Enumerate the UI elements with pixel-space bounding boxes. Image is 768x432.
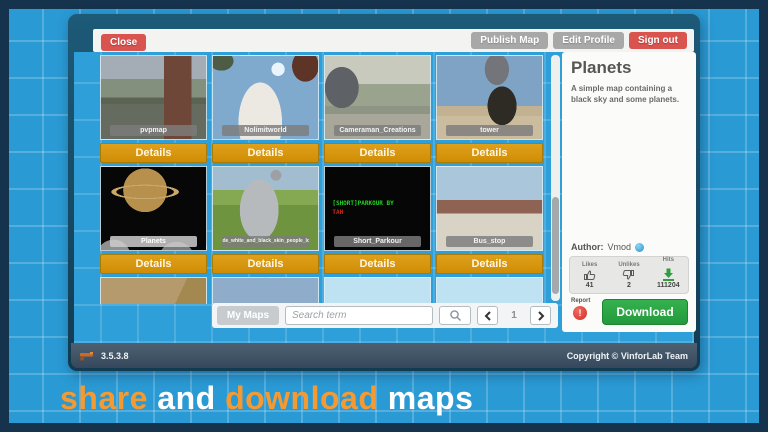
search-input[interactable]: [285, 306, 433, 325]
map-thumbnail[interactable]: pvpmap: [100, 55, 207, 140]
stats-box: Likes 41 Unlikes 2: [569, 256, 689, 294]
unlikes-stat: Unlikes 2: [609, 257, 648, 293]
map-tile: [212, 277, 319, 304]
bottom-controls: My Maps 1: [212, 303, 558, 328]
map-name-label: tower: [446, 125, 532, 136]
author-name: Vmod: [608, 242, 632, 252]
map-tile: [SHORT]PARKOUR BY TAH Short_Parkour Deta…: [324, 166, 431, 274]
map-name-label: Nolimitworld: [222, 125, 308, 136]
map-grid: pvpmap Details Nolimitworld Details Came…: [100, 55, 546, 304]
map-thumbnail[interactable]: [SHORT]PARKOUR BY TAH Short_Parkour: [324, 166, 431, 251]
map-tile: pvpmap Details: [100, 55, 207, 163]
map-tile: [324, 277, 431, 304]
map-tile: Nolimitworld Details: [212, 55, 319, 163]
details-button[interactable]: Details: [212, 143, 319, 163]
search-icon: [449, 309, 462, 322]
map-thumbnail[interactable]: [324, 277, 431, 304]
tagline-word: share: [60, 380, 148, 416]
map-thumbnail[interactable]: Planets: [100, 166, 207, 251]
map-list-scrollbar[interactable]: [551, 55, 560, 301]
map-tile: Cameraman_Creations Details: [324, 55, 431, 163]
thumbs-down-icon[interactable]: [622, 269, 635, 281]
details-button[interactable]: Details: [324, 254, 431, 274]
thumbs-up-icon[interactable]: [583, 269, 596, 281]
map-thumbnail[interactable]: Nolimitworld: [212, 55, 319, 140]
details-button[interactable]: Details: [436, 254, 543, 274]
map-thumbnail[interactable]: Bus_stop: [436, 166, 543, 251]
details-button[interactable]: Details: [100, 143, 207, 163]
hits-stat: Hits 111204: [649, 257, 688, 293]
details-button[interactable]: Details: [212, 254, 319, 274]
map-tile: [436, 277, 543, 304]
my-maps-button[interactable]: My Maps: [217, 306, 279, 325]
status-bar: 3.5.3.8 Copyright © VinforLab Team: [71, 343, 697, 368]
close-button[interactable]: Close: [101, 34, 146, 51]
map-title: Planets: [571, 58, 631, 78]
tagline-word: maps: [378, 380, 473, 416]
page-number: 1: [504, 310, 524, 321]
map-browser-window: Close Publish Map Edit Profile Sign out …: [68, 14, 700, 371]
app-logo-icon: [79, 351, 95, 361]
map-name-label: de_white_and_black_skin_people_lol: [222, 236, 308, 247]
likes-stat: Likes 41: [570, 257, 609, 293]
next-page-button[interactable]: [530, 306, 551, 325]
map-description: A simple map containing a black sky and …: [571, 84, 685, 106]
scrollbar-thumb[interactable]: [552, 197, 559, 294]
tagline-word: download: [225, 380, 378, 416]
map-tile: de_white_and_black_skin_people_lol Detai…: [212, 166, 319, 274]
hits-download-icon: [662, 268, 675, 281]
map-name-label: pvpmap: [110, 125, 196, 136]
map-thumbnail[interactable]: [436, 277, 543, 304]
report-label: Report: [571, 298, 590, 304]
author-label: Author:: [571, 242, 604, 252]
map-thumbnail[interactable]: [100, 277, 207, 304]
map-tile: Planets Details: [100, 166, 207, 274]
map-name-label: Planets: [110, 236, 196, 247]
report-icon[interactable]: !: [573, 306, 587, 320]
content-area: pvpmap Details Nolimitworld Details Came…: [74, 52, 694, 345]
chevron-left-icon: [484, 311, 492, 321]
map-tile: Bus_stop Details: [436, 166, 543, 274]
tagline-word: and: [148, 380, 225, 416]
toolbar: Close Publish Map Edit Profile Sign out: [93, 29, 694, 52]
map-thumbnail[interactable]: de_white_and_black_skin_people_lol: [212, 166, 319, 251]
copyright-text: Copyright © VinforLab Team: [567, 351, 688, 361]
map-detail-panel: Planets A simple map containing a black …: [562, 52, 696, 332]
version-text: 3.5.3.8: [101, 351, 129, 361]
map-thumbnail[interactable]: tower: [436, 55, 543, 140]
parkour-screen-text: [SHORT]PARKOUR BY TAH: [332, 199, 393, 217]
details-button[interactable]: Details: [100, 254, 207, 274]
author-row: Author: Vmod: [571, 242, 644, 252]
chevron-right-icon: [537, 311, 545, 321]
map-name-label: Bus_stop: [446, 236, 532, 247]
details-button[interactable]: Details: [436, 143, 543, 163]
search-button[interactable]: [439, 306, 471, 325]
tagline: share and download maps: [60, 380, 473, 417]
map-name-label: Short_Parkour: [334, 236, 420, 247]
details-button[interactable]: Details: [324, 143, 431, 163]
map-name-label: Cameraman_Creations: [334, 125, 420, 136]
sign-out-button[interactable]: Sign out: [629, 32, 687, 49]
map-tile: tower Details: [436, 55, 543, 163]
publish-map-button[interactable]: Publish Map: [471, 32, 548, 49]
prev-page-button[interactable]: [477, 306, 498, 325]
author-badge-icon[interactable]: [635, 243, 644, 252]
map-tile: [100, 277, 207, 304]
download-button[interactable]: Download: [602, 299, 688, 325]
map-thumbnail[interactable]: Cameraman_Creations: [324, 55, 431, 140]
map-thumbnail[interactable]: [212, 277, 319, 304]
edit-profile-button[interactable]: Edit Profile: [553, 32, 624, 49]
